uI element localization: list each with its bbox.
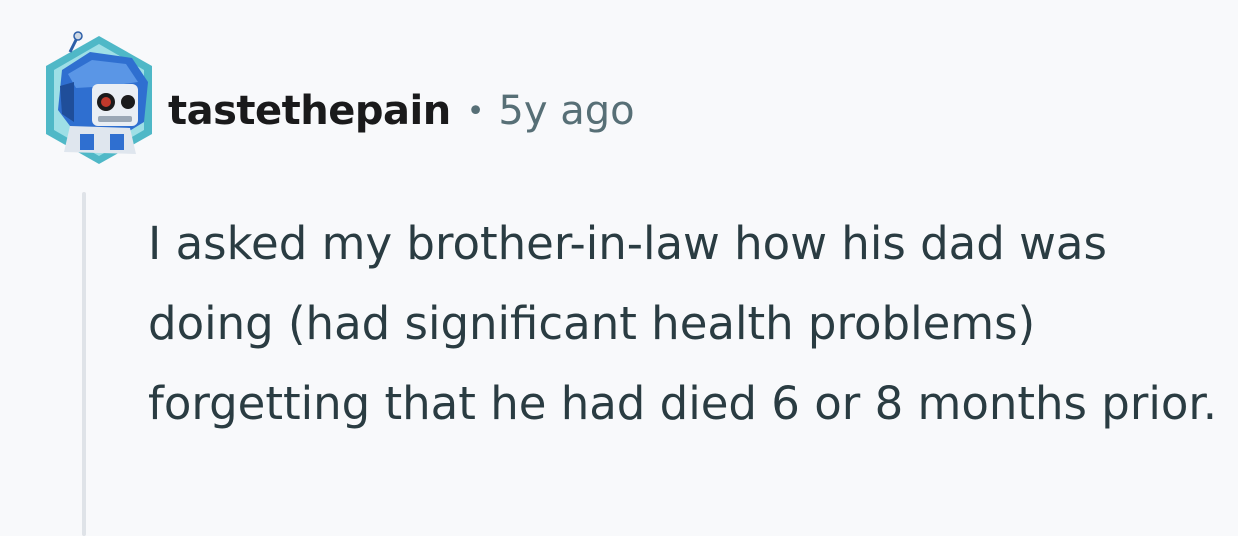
- comment-meta: tastethepain • 5y ago: [168, 84, 635, 138]
- comment-body: I asked my brother-in-law how his dad wa…: [148, 217, 1218, 430]
- user-avatar[interactable]: [40, 30, 158, 170]
- snoo-robot-avatar-icon: [46, 31, 152, 164]
- comment: tastethepain • 5y ago I asked my brother…: [0, 0, 1238, 536]
- thread-line[interactable]: [82, 192, 86, 536]
- comment-timestamp[interactable]: 5y ago: [498, 88, 634, 134]
- meta-separator: •: [466, 93, 485, 129]
- author-username[interactable]: tastethepain: [168, 88, 451, 134]
